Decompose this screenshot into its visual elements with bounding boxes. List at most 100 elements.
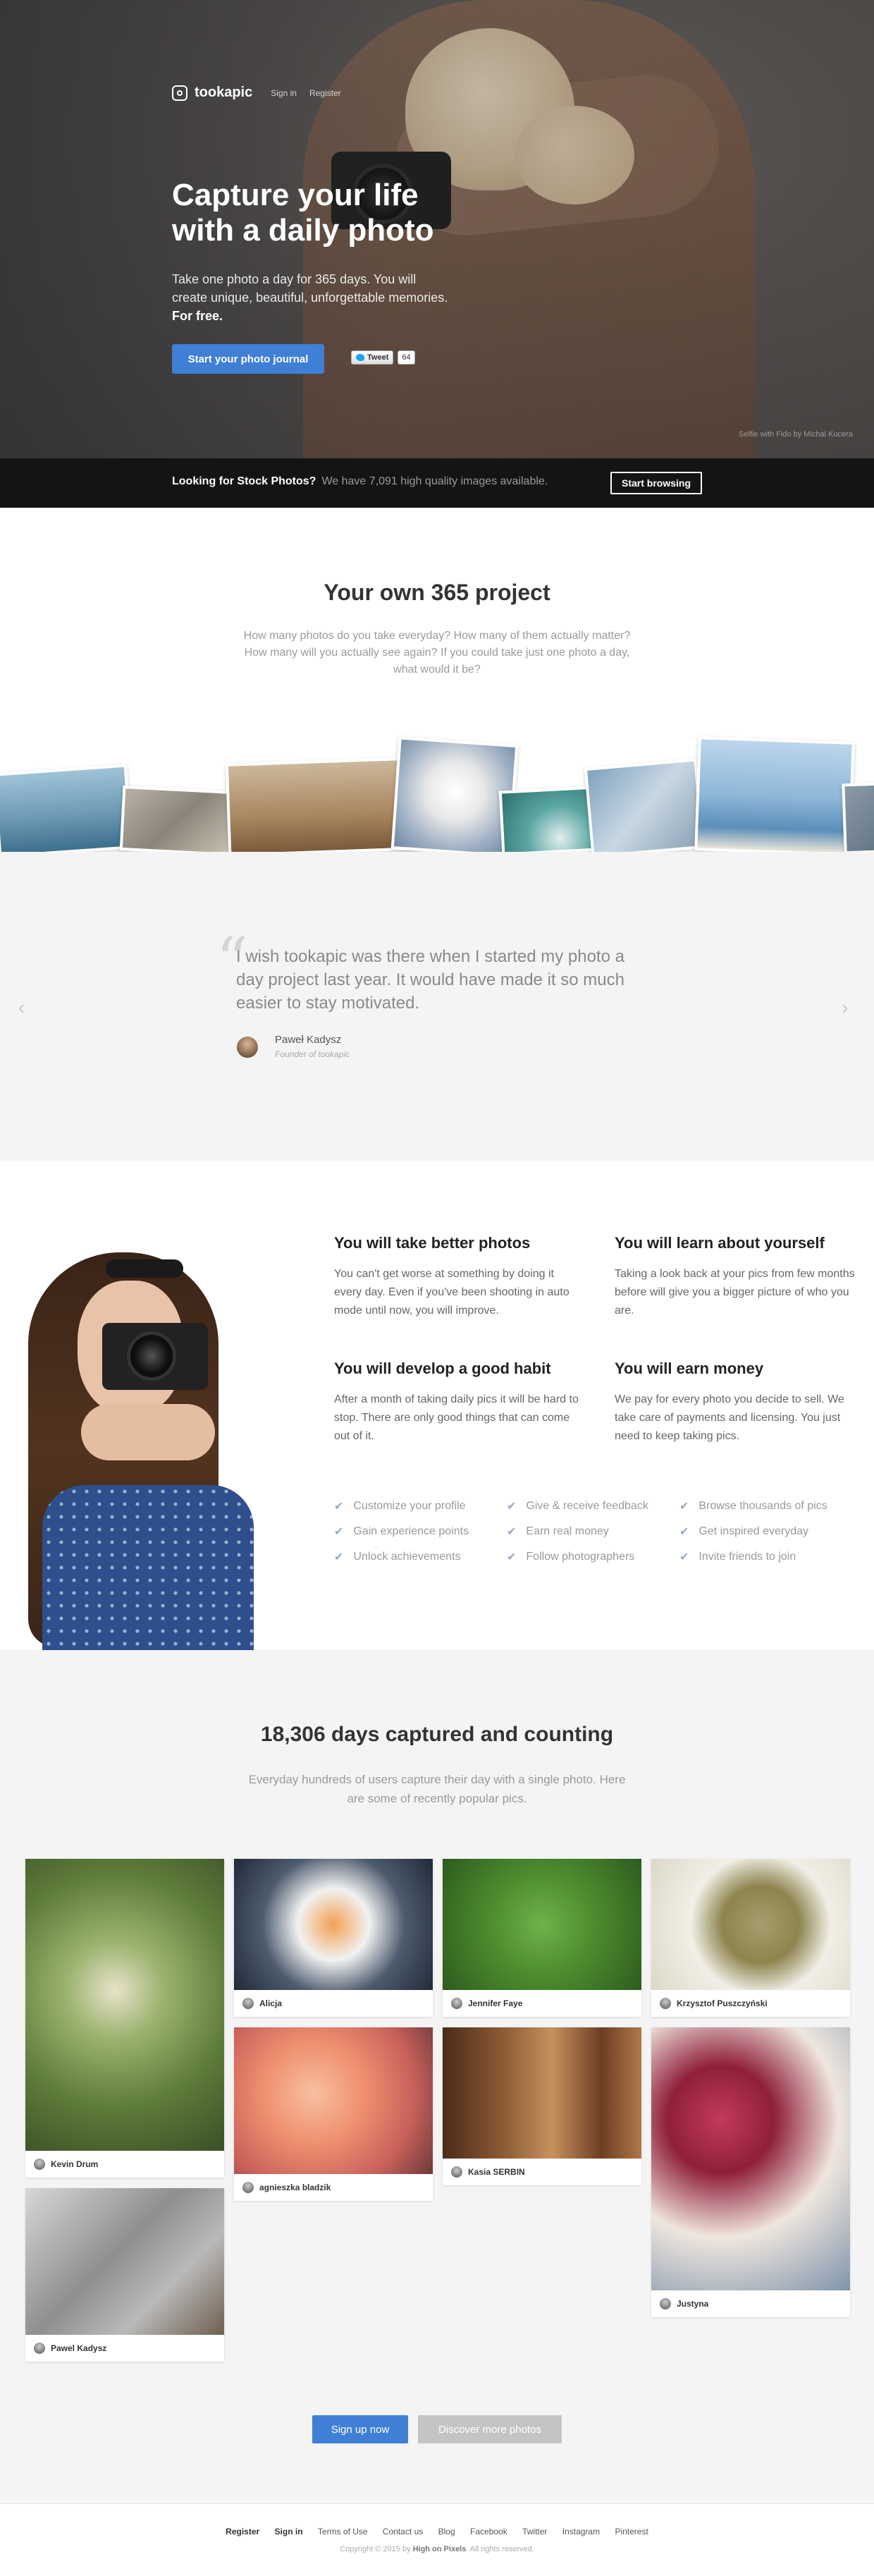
stock-text: Looking for Stock Photos? We have 7,091 h…: [172, 475, 548, 488]
tweet-button[interactable]: Tweet: [351, 350, 394, 365]
avatar: [34, 2343, 45, 2354]
checklist-label: Browse thousands of pics: [698, 1500, 827, 1512]
photo-card-image[interactable]: [25, 2188, 224, 2335]
photo-card[interactable]: Kasia SERBIN: [443, 2027, 641, 2185]
sign-in-link[interactable]: Sign in: [271, 88, 297, 98]
avatar: [242, 1998, 254, 2009]
checklist-label: Follow photographers: [526, 1551, 635, 1563]
start-photo-journal-button[interactable]: Start your photo journal: [172, 344, 324, 374]
gallery-section: 18,306 days captured and counting Everyd…: [0, 1650, 874, 2503]
next-arrow-icon[interactable]: ›: [842, 996, 848, 1019]
photo-card-image[interactable]: [443, 1859, 641, 1990]
discover-more-button[interactable]: Discover more photos: [418, 2415, 562, 2443]
tweet-count[interactable]: 64: [398, 350, 415, 365]
checklist-item: ✔ Browse thousands of pics: [679, 1499, 827, 1513]
check-icon: ✔: [334, 1501, 344, 1513]
strip-photo-rocks: [842, 781, 874, 853]
feature-title: You will take better photos: [334, 1234, 531, 1252]
testimonial-section: ‹ › “ I wish tookapic was there when I s…: [0, 852, 874, 1161]
avatar: [237, 1037, 258, 1058]
photo-card-user[interactable]: Kasia SERBIN: [468, 2167, 525, 2177]
checklist-item: ✔ Follow photographers: [507, 1550, 634, 1564]
photo-card-image[interactable]: [651, 1859, 850, 1990]
intro-body: How many photos do you take everyday? Ho…: [243, 630, 631, 676]
photographer-arm: [81, 1404, 215, 1460]
photo-strip: [0, 726, 874, 853]
avatar: [34, 2159, 45, 2170]
twitter-bird-icon: [356, 354, 364, 361]
prev-arrow-icon[interactable]: ‹: [18, 996, 25, 1019]
tweet-widget: Tweet 64: [351, 350, 415, 365]
camera-logo-icon[interactable]: [172, 85, 187, 101]
photographer-lens: [127, 1331, 176, 1381]
checklist-item: ✔ Give & receive feedback: [507, 1499, 648, 1513]
intro-title: Your own 365 project: [324, 580, 550, 605]
photo-card-user[interactable]: agnieszka bladzik: [259, 2183, 331, 2192]
photo-card-meta: Jennifer Faye: [443, 1990, 641, 2017]
footer-link-blog[interactable]: Blog: [438, 2527, 455, 2537]
photo-card-image[interactable]: [443, 2027, 641, 2159]
footer-link-contact[interactable]: Contact us: [383, 2527, 423, 2537]
strip-photo-sea: [694, 736, 855, 853]
avatar: [242, 2182, 254, 2193]
photo-card-image[interactable]: [25, 1859, 224, 2151]
photo-card-user[interactable]: Alicja: [259, 1998, 282, 2008]
footer-link-register[interactable]: Register: [226, 2527, 259, 2537]
photo-card[interactable]: Justyna: [651, 2027, 850, 2317]
check-icon: ✔: [679, 1551, 689, 1563]
hero-subtitle-text: Take one photo a day for 365 days. You w…: [172, 272, 448, 305]
photo-card[interactable]: Pawel Kadysz: [25, 2188, 224, 2362]
photo-card[interactable]: Krzysztof Puszczyński: [651, 1859, 850, 2017]
strip-photo-lake: [0, 764, 133, 853]
photo-card[interactable]: Alicja: [234, 1859, 433, 2017]
footer: Register Sign in Terms of Use Contact us…: [0, 2503, 874, 2576]
feature-title: You will earn money: [615, 1360, 764, 1377]
start-browsing-button[interactable]: Start browsing: [610, 472, 702, 494]
testimonial-role: Founder of tookapic: [275, 1049, 350, 1059]
testimonial-author: Paweł Kadysz: [275, 1034, 342, 1046]
gallery-body: Everyday hundreds of users capture their…: [248, 1773, 626, 1805]
photographer-sunglasses: [106, 1259, 183, 1278]
footer-link-terms[interactable]: Terms of Use: [318, 2527, 368, 2537]
photo-card-meta: Kevin Drum: [25, 2151, 224, 2178]
photographer-illustration: [0, 1252, 275, 1650]
sign-up-button[interactable]: Sign up now: [312, 2415, 408, 2443]
copyright-brand[interactable]: High on Pixels: [413, 2545, 467, 2553]
footer-link-twitter[interactable]: Twitter: [522, 2527, 547, 2537]
logo-text[interactable]: tookapic: [195, 85, 252, 101]
features-section: You will take better photos You can't ge…: [0, 1161, 874, 1650]
photo-card-image[interactable]: [651, 2027, 850, 2290]
checklist-item: ✔ Invite friends to join: [679, 1550, 796, 1564]
photo-card-image[interactable]: [234, 1859, 433, 1990]
checklist-item: ✔ Get inspired everyday: [679, 1525, 808, 1539]
photo-card-image[interactable]: [234, 2027, 433, 2174]
checklist-label: Customize your profile: [353, 1500, 466, 1512]
photo-card-user[interactable]: Pawel Kadysz: [51, 2343, 106, 2353]
footer-link-instagram[interactable]: Instagram: [562, 2527, 600, 2537]
photo-card-user[interactable]: Jennifer Faye: [468, 1998, 522, 2008]
register-link[interactable]: Register: [309, 88, 341, 98]
checklist-label: Give & receive feedback: [526, 1500, 648, 1512]
footer-link-facebook[interactable]: Facebook: [470, 2527, 507, 2537]
check-icon: ✔: [507, 1501, 517, 1513]
feature-learn-yourself: You will learn about yourself Taking a l…: [615, 1234, 861, 1320]
checklist-item: ✔ Gain experience points: [334, 1525, 469, 1539]
checklist-label: Gain experience points: [353, 1525, 469, 1537]
copyright-prefix: Copyright © 2015 by: [340, 2545, 411, 2553]
checklist-label: Invite friends to join: [698, 1551, 796, 1563]
footer-link-pinterest[interactable]: Pinterest: [615, 2527, 648, 2537]
photographer-dress: [42, 1485, 254, 1650]
checklist-label: Unlock achievements: [353, 1551, 461, 1563]
hero-title: Capture your life with a daily photo: [172, 178, 434, 248]
check-icon: ✔: [507, 1526, 517, 1538]
photo-card[interactable]: Kevin Drum: [25, 1859, 224, 2178]
footer-links: Register Sign in Terms of Use Contact us…: [0, 2527, 874, 2537]
checklist-label: Earn real money: [526, 1525, 609, 1537]
footer-link-sign-in[interactable]: Sign in: [275, 2527, 303, 2537]
photo-card[interactable]: agnieszka bladzik: [234, 2027, 433, 2201]
photo-card[interactable]: Jennifer Faye: [443, 1859, 641, 2017]
photo-card-user[interactable]: Kevin Drum: [51, 2159, 98, 2169]
photo-card-user[interactable]: Justyna: [677, 2299, 708, 2309]
photo-card-user[interactable]: Krzysztof Puszczyński: [677, 1998, 768, 2008]
photo-credit[interactable]: Selfie with Fido by Michal Kucera: [739, 430, 853, 439]
